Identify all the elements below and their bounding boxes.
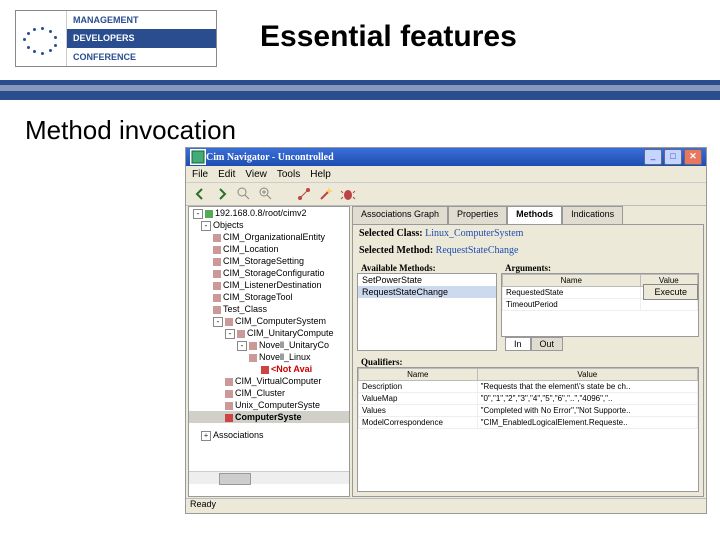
table-row: TimeoutPeriod bbox=[503, 299, 698, 311]
tree-hscroll[interactable] bbox=[189, 471, 349, 484]
col-name: Name bbox=[503, 275, 641, 287]
selected-class-label: Selected Class: bbox=[359, 228, 423, 239]
nav-fwd-icon[interactable] bbox=[214, 186, 230, 202]
selected-method-value: RequestStateChange bbox=[436, 245, 519, 256]
tree-node[interactable]: -Novell_UnitaryCo bbox=[189, 339, 349, 351]
minimize-button[interactable]: _ bbox=[644, 149, 662, 165]
tree-node-error[interactable]: <Not Avai bbox=[189, 363, 349, 375]
tree-node[interactable]: CIM_Cluster bbox=[189, 387, 349, 399]
list-item[interactable]: SetPowerState bbox=[358, 274, 496, 286]
tree-node[interactable]: Test_Class bbox=[189, 303, 349, 315]
logo-mark bbox=[16, 11, 67, 66]
menu-edit[interactable]: Edit bbox=[218, 169, 235, 180]
list-item-selected[interactable]: RequestStateChange bbox=[358, 286, 496, 298]
tool-bug-icon[interactable] bbox=[340, 186, 356, 202]
available-methods-list[interactable]: SetPowerState RequestStateChange bbox=[357, 273, 497, 351]
arguments-table[interactable]: NameValue RequestedState TimeoutPeriod bbox=[501, 273, 699, 337]
tool-graph-icon[interactable] bbox=[296, 186, 312, 202]
tree-associations[interactable]: +Associations bbox=[189, 429, 349, 441]
tab-properties[interactable]: Properties bbox=[448, 206, 507, 224]
close-button[interactable]: ✕ bbox=[684, 149, 702, 165]
col-value: Value bbox=[477, 369, 697, 381]
tree-node[interactable]: CIM_StorageTool bbox=[189, 291, 349, 303]
app-icon bbox=[190, 149, 206, 165]
tree-node[interactable]: Novell_Linux bbox=[189, 351, 349, 363]
tab-bar: Associations Graph Properties Methods In… bbox=[352, 206, 704, 224]
app-window: Cim Navigator - Uncontrolled _ □ ✕ File … bbox=[185, 147, 707, 514]
window-title: Cim Navigator - Uncontrolled bbox=[206, 152, 642, 163]
col-name: Name bbox=[359, 369, 478, 381]
tree-node[interactable]: -CIM_UnitaryCompute bbox=[189, 327, 349, 339]
qualifiers-table[interactable]: NameValue Description"Requests that the … bbox=[357, 367, 699, 492]
arguments-label: Arguments: bbox=[501, 261, 699, 273]
selected-class-value: Linux_ComputerSystem bbox=[425, 228, 523, 239]
slide-title: Essential features bbox=[260, 20, 517, 54]
search-icon[interactable] bbox=[236, 186, 252, 202]
tree-view[interactable]: -192.168.0.8/root/cimv2 -Objects CIM_Org… bbox=[188, 206, 350, 497]
nav-back-icon[interactable] bbox=[192, 186, 208, 202]
logo-line2: DEVELOPERS bbox=[67, 29, 216, 47]
table-row: ModelCorrespondence"CIM_EnabledLogicalEl… bbox=[359, 417, 698, 429]
tree-node-selected[interactable]: ComputerSyste bbox=[189, 411, 349, 423]
menu-help[interactable]: Help bbox=[310, 169, 331, 180]
zoom-icon[interactable] bbox=[258, 186, 274, 202]
methods-pane: Selected Class: Linux_ComputerSystem Sel… bbox=[352, 224, 704, 497]
menu-bar: File Edit View Tools Help bbox=[186, 166, 706, 183]
tab-indications[interactable]: Indications bbox=[562, 206, 623, 224]
tool-wand-icon[interactable] bbox=[318, 186, 334, 202]
tree-node[interactable]: CIM_StorageConfiguratio bbox=[189, 267, 349, 279]
tree-node[interactable]: -CIM_ComputerSystem bbox=[189, 315, 349, 327]
title-bar-overlay bbox=[0, 85, 720, 91]
mdc-logo: MANAGEMENT DEVELOPERS CONFERENCE bbox=[15, 10, 217, 67]
logo-line3: CONFERENCE bbox=[67, 48, 216, 66]
qualifiers-label: Qualifiers: bbox=[357, 355, 699, 367]
tab-in[interactable]: In bbox=[505, 337, 531, 351]
status-bar: Ready bbox=[186, 498, 706, 513]
menu-file[interactable]: File bbox=[192, 169, 208, 180]
slide-subtitle: Method invocation bbox=[25, 115, 236, 146]
tree-node[interactable]: CIM_StorageSetting bbox=[189, 255, 349, 267]
tree-node[interactable]: CIM_VirtualComputer bbox=[189, 375, 349, 387]
tab-methods[interactable]: Methods bbox=[507, 206, 562, 224]
menu-tools[interactable]: Tools bbox=[277, 169, 300, 180]
tree-node[interactable]: -Objects bbox=[189, 219, 349, 231]
available-methods-label: Available Methods: bbox=[357, 261, 497, 273]
execute-button[interactable]: Execute bbox=[643, 284, 698, 300]
tree-root[interactable]: -192.168.0.8/root/cimv2 bbox=[189, 207, 349, 219]
tab-out[interactable]: Out bbox=[531, 337, 564, 351]
tree-node[interactable]: CIM_OrganizationalEntity bbox=[189, 231, 349, 243]
logo-line1: MANAGEMENT bbox=[67, 11, 216, 29]
tree-node[interactable]: CIM_Location bbox=[189, 243, 349, 255]
table-row: ValueMap"0","1","2","3","4","5","6",".."… bbox=[359, 393, 698, 405]
maximize-button[interactable]: □ bbox=[664, 149, 682, 165]
title-bar[interactable]: Cim Navigator - Uncontrolled _ □ ✕ bbox=[186, 148, 706, 166]
tab-associations-graph[interactable]: Associations Graph bbox=[352, 206, 448, 224]
tree-node[interactable]: CIM_ListenerDestination bbox=[189, 279, 349, 291]
tree-node[interactable]: Unix_ComputerSyste bbox=[189, 399, 349, 411]
toolbar bbox=[186, 183, 706, 206]
selected-method-label: Selected Method: bbox=[359, 245, 433, 256]
table-row: Values"Completed with No Error","Not Sup… bbox=[359, 405, 698, 417]
menu-view[interactable]: View bbox=[245, 169, 267, 180]
table-row: Description"Requests that the element\'s… bbox=[359, 381, 698, 393]
